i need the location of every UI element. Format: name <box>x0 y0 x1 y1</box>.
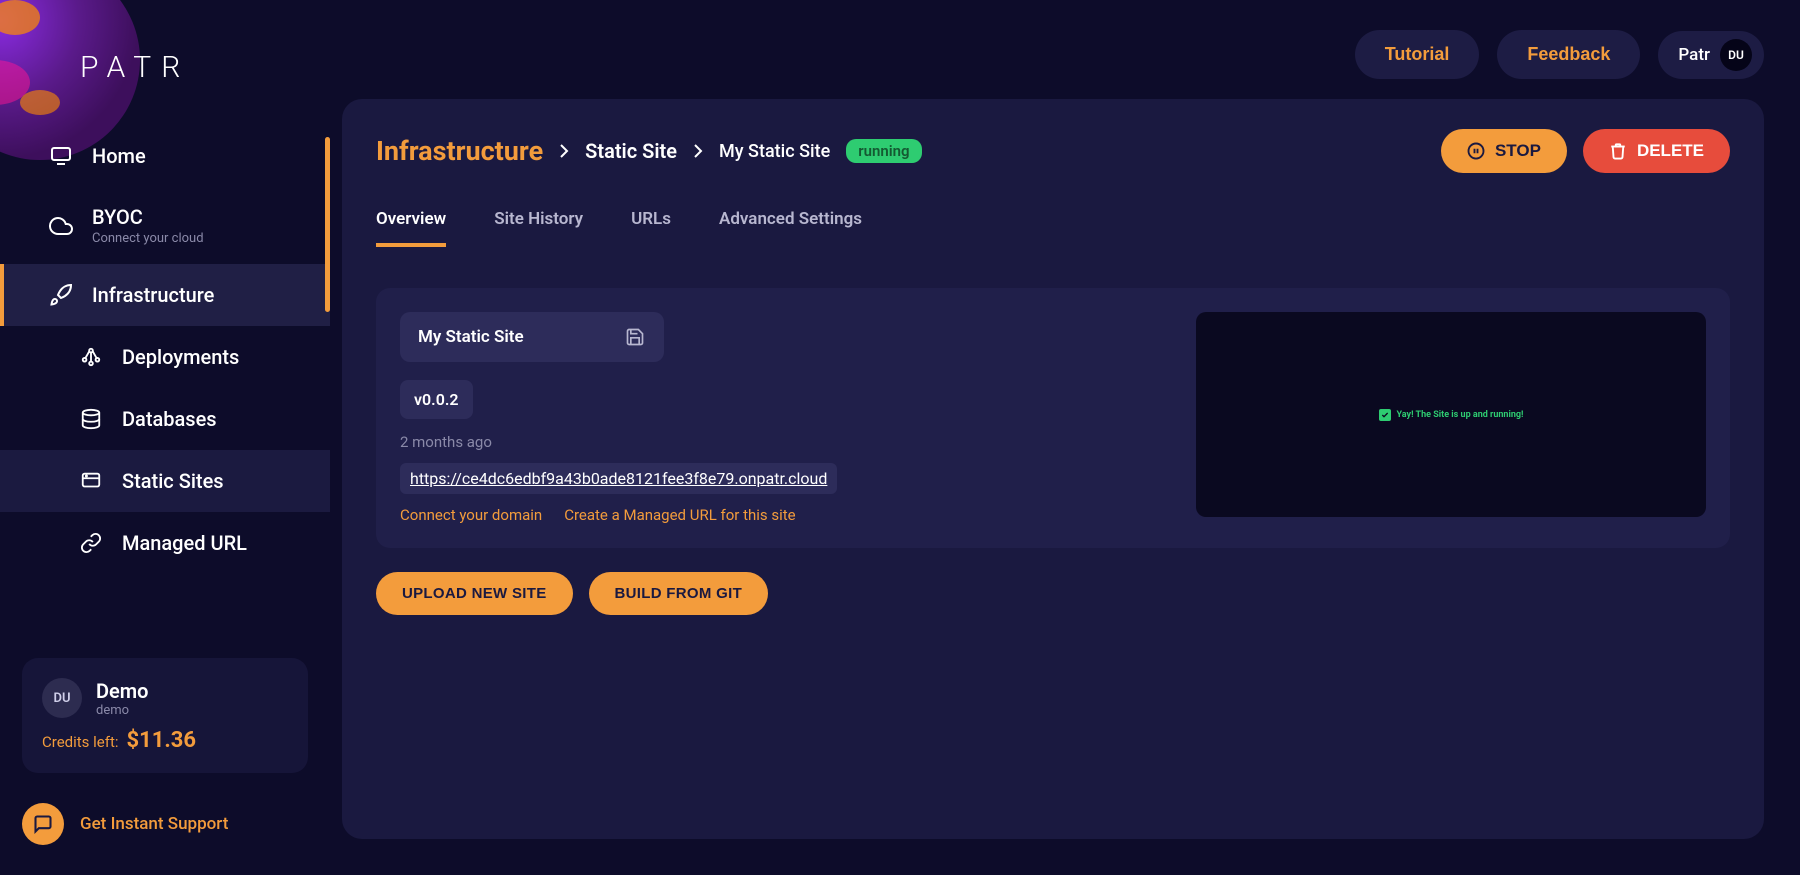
monitor-icon <box>48 143 74 169</box>
database-icon <box>78 406 104 432</box>
credits-value: $11.36 <box>127 728 197 753</box>
brand-name: PATR <box>80 50 330 85</box>
overview-details: My Static Site v0.0.2 2 months ago https… <box>400 312 1166 524</box>
header-actions: STOP DELETE <box>1441 129 1730 173</box>
breadcrumb: Infrastructure Static Site My Static Sit… <box>376 135 922 167</box>
sidebar-item-static-sites[interactable]: Static Sites <box>0 450 330 512</box>
link-icon <box>78 530 104 556</box>
support-label: Get Instant Support <box>80 814 228 834</box>
site-name-field[interactable]: My Static Site <box>400 312 664 362</box>
timestamp: 2 months ago <box>400 433 1166 451</box>
brand-logo[interactable]: PATR <box>0 0 330 125</box>
tab-urls[interactable]: URLs <box>631 201 671 247</box>
main: Tutorial Feedback Patr DU Infrastructure… <box>330 0 1800 875</box>
sidebar-item-label: BYOC <box>92 205 204 229</box>
action-row: UPLOAD NEW SITE BUILD FROM GIT <box>376 572 1730 615</box>
site-name: My Static Site <box>418 327 524 347</box>
breadcrumb-leaf: My Static Site <box>719 141 830 162</box>
feedback-button[interactable]: Feedback <box>1497 30 1640 79</box>
sidebar-item-byoc[interactable]: BYOC Connect your cloud <box>0 187 330 264</box>
preview-message: Yay! The Site is up and running! <box>1397 410 1524 420</box>
status-badge: running <box>846 139 921 163</box>
sidebar-footer: DU Demo demo Credits left: $11.36 Get In… <box>0 638 330 875</box>
content-panel: Infrastructure Static Site My Static Sit… <box>342 99 1764 839</box>
connect-domain-link[interactable]: Connect your domain <box>400 506 542 524</box>
site-preview: Yay! The Site is up and running! <box>1196 312 1706 517</box>
browser-icon <box>78 468 104 494</box>
save-icon[interactable] <box>624 326 646 348</box>
credits-label: Credits left: <box>42 733 119 751</box>
topbar: Tutorial Feedback Patr DU <box>330 0 1800 99</box>
rocket-icon <box>48 282 74 308</box>
nodes-icon <box>78 344 104 370</box>
tabs: Overview Site History URLs Advanced Sett… <box>376 201 1730 248</box>
button-label: DELETE <box>1637 141 1704 161</box>
sidebar-item-label: Static Sites <box>122 469 224 493</box>
sidebar-item-label: Deployments <box>122 345 239 369</box>
workspace-switcher[interactable]: Patr DU <box>1658 31 1764 79</box>
page-header: Infrastructure Static Site My Static Sit… <box>376 129 1730 173</box>
support-button[interactable]: Get Instant Support <box>22 803 308 845</box>
version-chip: v0.0.2 <box>400 380 473 419</box>
chevron-right-icon <box>559 143 569 159</box>
button-label: STOP <box>1495 141 1541 161</box>
build-from-git-button[interactable]: BUILD FROM GIT <box>589 572 769 615</box>
sidebar-item-deployments[interactable]: Deployments <box>0 326 330 388</box>
sidebar-nav: Home BYOC Connect your cloud Infrastruct… <box>0 125 330 638</box>
tab-overview[interactable]: Overview <box>376 201 446 247</box>
chevron-right-icon <box>693 143 703 159</box>
workspace-name: Patr <box>1678 45 1710 65</box>
avatar: DU <box>1720 39 1752 71</box>
pause-icon <box>1467 142 1485 160</box>
overview-card: My Static Site v0.0.2 2 months ago https… <box>376 288 1730 548</box>
sidebar-item-home[interactable]: Home <box>0 125 330 187</box>
create-managed-url-link[interactable]: Create a Managed URL for this site <box>564 506 795 524</box>
upload-new-site-button[interactable]: UPLOAD NEW SITE <box>376 572 573 615</box>
account-name: Demo <box>96 679 148 703</box>
tutorial-button[interactable]: Tutorial <box>1355 30 1480 79</box>
site-url-link[interactable]: https://ce4dc6edbf9a43b0ade8121fee3f8e79… <box>400 463 837 494</box>
sidebar: PATR Home BYOC Connect your cloud <box>0 0 330 875</box>
stop-button[interactable]: STOP <box>1441 129 1567 173</box>
cloud-icon <box>48 213 74 239</box>
sidebar-item-managed-url[interactable]: Managed URL <box>0 512 330 574</box>
tab-site-history[interactable]: Site History <box>494 201 583 247</box>
avatar: DU <box>42 678 82 718</box>
sidebar-item-label: Databases <box>122 407 217 431</box>
tab-advanced-settings[interactable]: Advanced Settings <box>719 201 862 247</box>
sidebar-item-label: Infrastructure <box>92 283 214 307</box>
account-card[interactable]: DU Demo demo Credits left: $11.36 <box>22 658 308 773</box>
check-icon <box>1379 409 1391 421</box>
scrollbar[interactable] <box>325 137 330 312</box>
sidebar-item-sublabel: Connect your cloud <box>92 231 204 246</box>
sidebar-item-databases[interactable]: Databases <box>0 388 330 450</box>
trash-icon <box>1609 142 1627 160</box>
account-subname: demo <box>96 703 148 718</box>
chat-icon <box>22 803 64 845</box>
sidebar-item-label: Managed URL <box>122 531 247 555</box>
sidebar-item-label: Home <box>92 144 146 168</box>
delete-button[interactable]: DELETE <box>1583 129 1730 173</box>
breadcrumb-root[interactable]: Infrastructure <box>376 135 543 167</box>
sidebar-item-infrastructure[interactable]: Infrastructure <box>0 264 330 326</box>
breadcrumb-item[interactable]: Static Site <box>585 139 677 163</box>
